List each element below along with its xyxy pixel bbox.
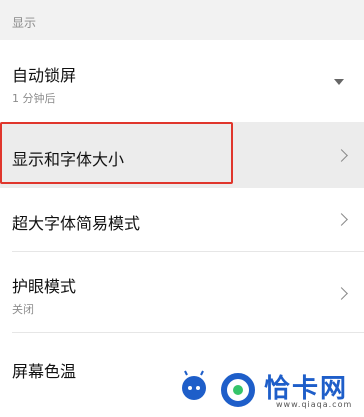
watermark-url: www.qiaqa.com — [276, 400, 353, 409]
chevron-right-icon — [335, 149, 348, 162]
row-title: 自动锁屏 — [12, 66, 77, 85]
robot-logo-icon — [182, 370, 255, 407]
chevron-right-icon — [335, 213, 348, 226]
row-subtitle: 关闭 — [12, 303, 34, 316]
row-title: 护眼模式 — [12, 277, 77, 296]
row-subtitle: 1 分钟后 — [12, 92, 56, 105]
section-header: 显示 — [0, 0, 364, 40]
section-title: 显示 — [12, 16, 37, 30]
settings-row-large-font-simple-mode[interactable]: 超大字体简易模式 — [0, 188, 364, 252]
settings-row-auto-lock[interactable]: 自动锁屏 1 分钟后 — [0, 40, 364, 122]
highlight-outline — [0, 122, 233, 184]
settings-row-eye-protection[interactable]: 护眼模式 关闭 — [0, 253, 364, 333]
row-title: 超大字体简易模式 — [12, 214, 141, 233]
watermark: 恰卡网 www.qiaqa.com — [178, 362, 364, 413]
row-title: 屏幕色温 — [12, 362, 77, 381]
divider — [12, 332, 364, 333]
chevron-right-icon — [335, 287, 348, 300]
divider — [12, 251, 364, 252]
dropdown-triangle-icon — [334, 79, 344, 85]
